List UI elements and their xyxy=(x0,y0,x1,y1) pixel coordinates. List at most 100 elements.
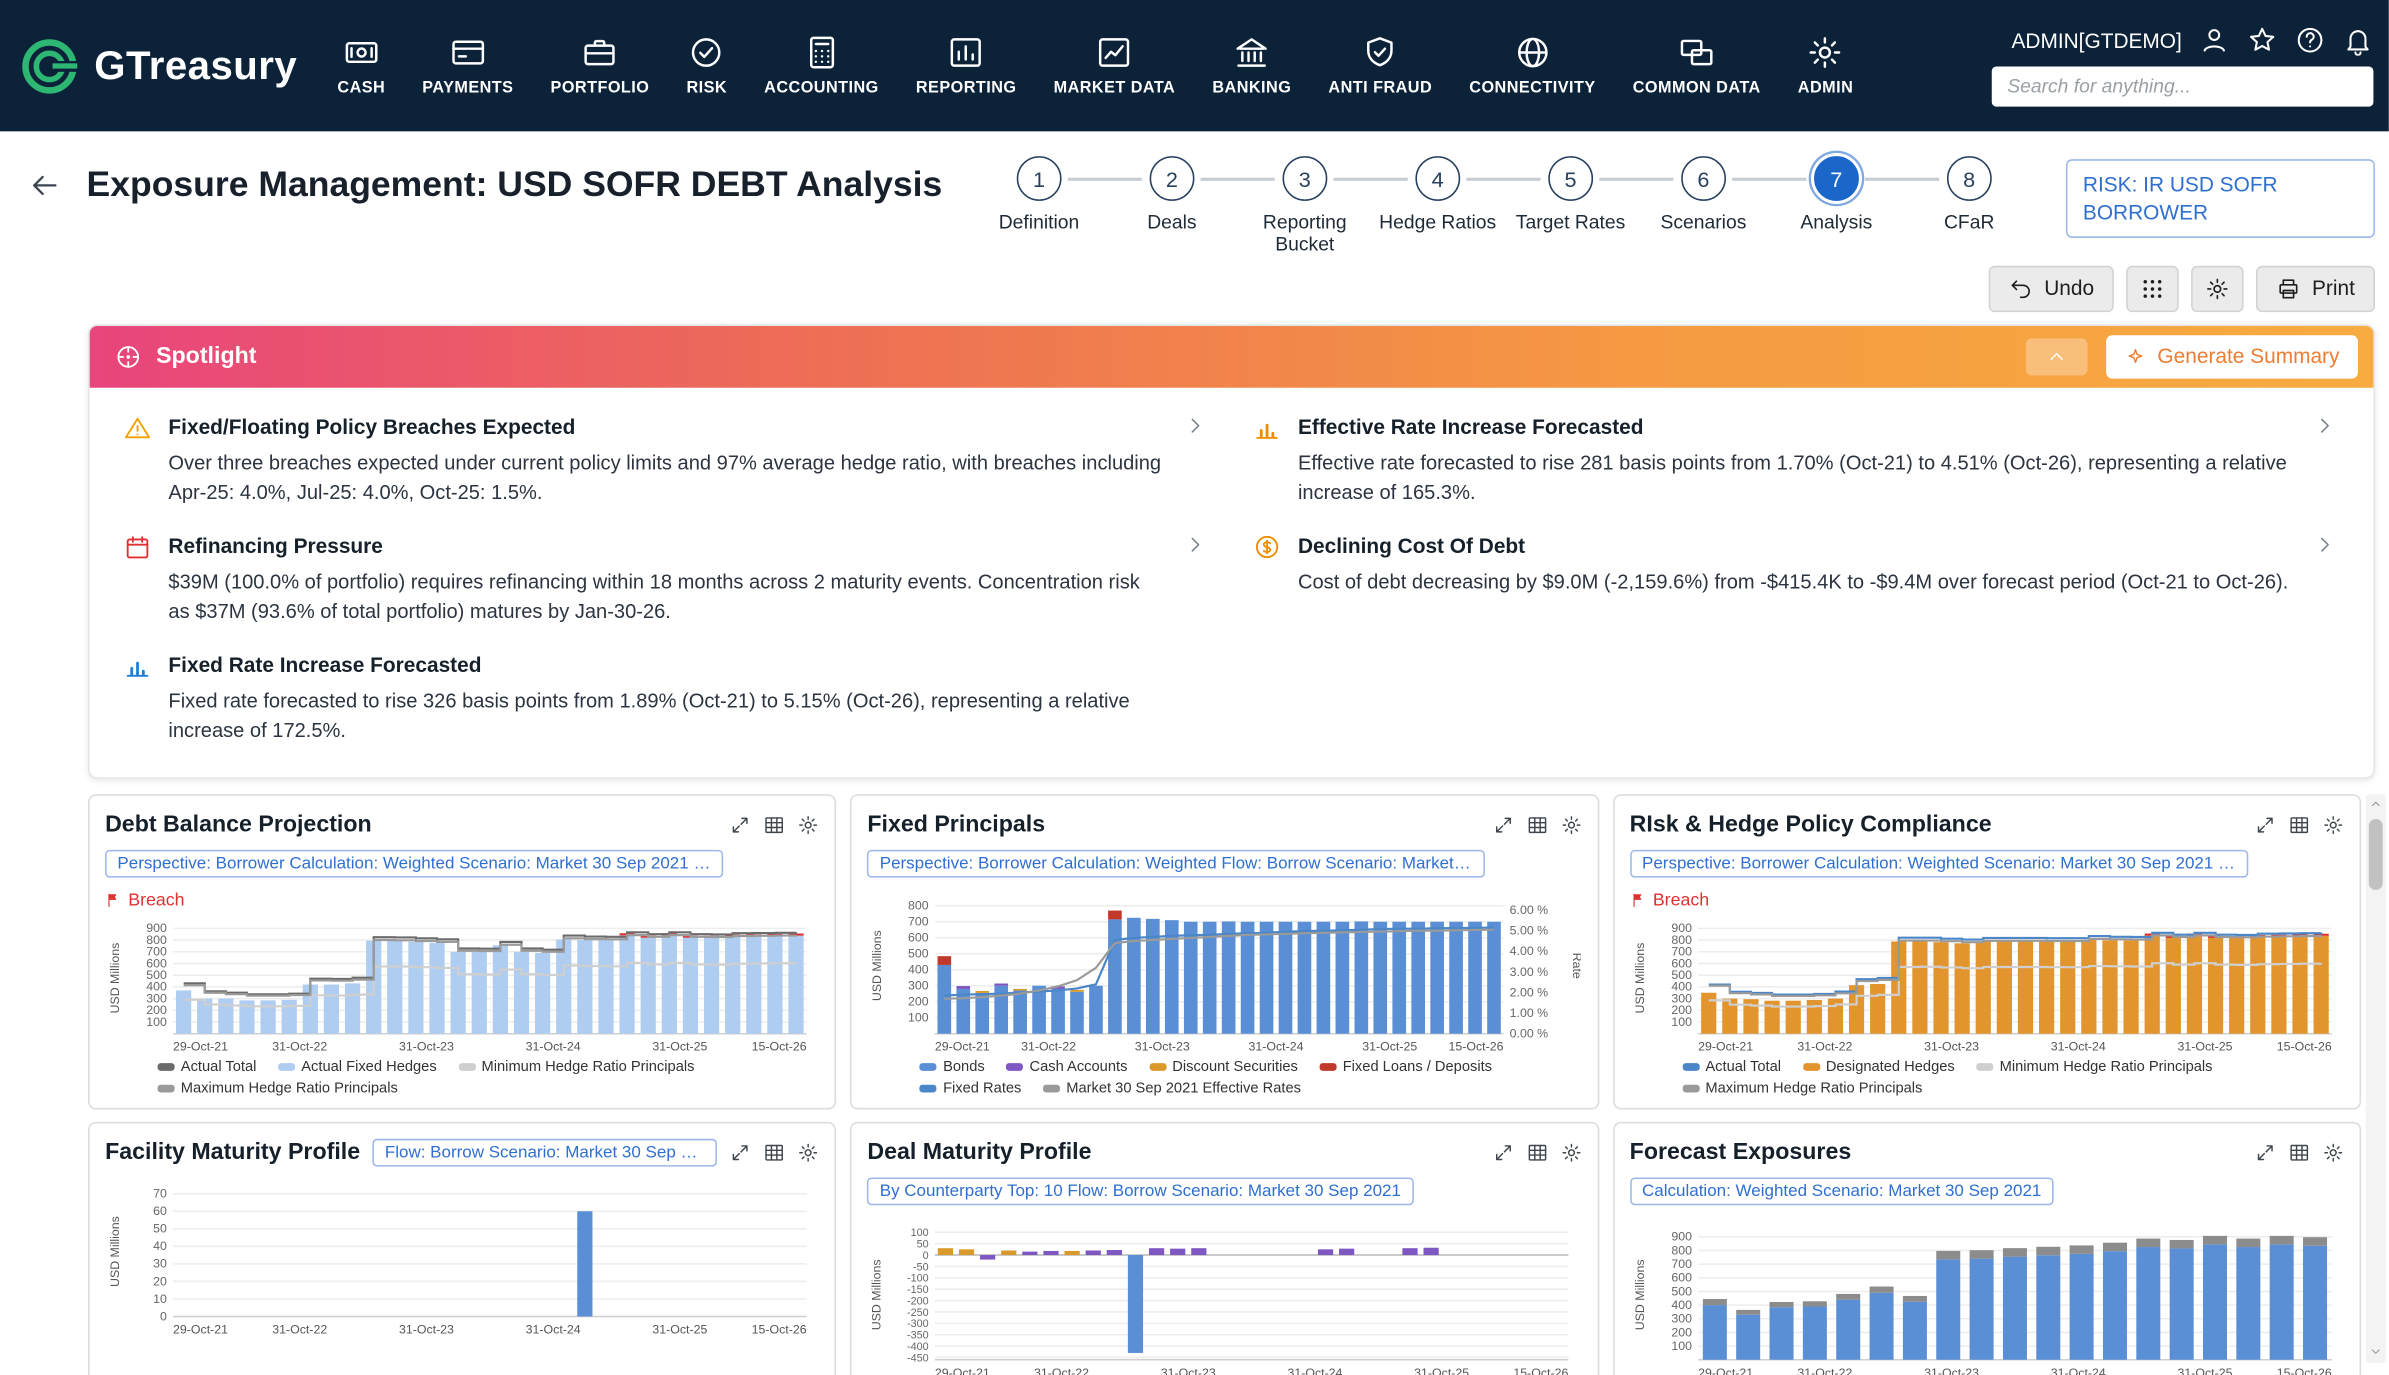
step-deals[interactable]: 2Deals xyxy=(1121,156,1223,234)
nav-item-portfolio[interactable]: PORTFOLIO xyxy=(532,34,668,97)
step-number[interactable]: 6 xyxy=(1681,156,1726,201)
step-cfar[interactable]: 8CFaR xyxy=(1918,156,2020,234)
flag-icon xyxy=(105,892,122,909)
step-number[interactable]: 3 xyxy=(1282,156,1327,201)
chart-context-chip[interactable]: By Counterparty Top: 10 Flow: Borrow Sce… xyxy=(867,1177,1413,1205)
legend-item: Bonds xyxy=(920,1059,985,1078)
global-search-input[interactable] xyxy=(1992,66,2374,106)
gear-icon[interactable] xyxy=(2322,1142,2344,1164)
table-icon[interactable] xyxy=(2288,1142,2310,1164)
nav-item-connectivity[interactable]: CONNECTIVITY xyxy=(1451,34,1614,97)
chart-context-chip[interactable]: Calculation: Weighted Scenario: Market 3… xyxy=(1630,1177,2054,1205)
vertical-scrollbar[interactable] xyxy=(2366,794,2386,1363)
chevron-right-icon[interactable] xyxy=(2313,533,2336,556)
expand-icon[interactable] xyxy=(1492,1142,1514,1164)
svg-text:-50: -50 xyxy=(914,1261,930,1273)
chart-context-chip[interactable]: Perspective: Borrower Calculation: Weigh… xyxy=(105,849,723,877)
step-reporting-bucket[interactable]: 3Reporting Bucket xyxy=(1254,156,1356,256)
chevron-right-icon[interactable] xyxy=(1184,414,1207,437)
insight-declining-cost-of-debt[interactable]: Declining Cost Of DebtCost of debt decre… xyxy=(1253,534,2339,627)
step-number[interactable]: 4 xyxy=(1415,156,1460,201)
user-icon[interactable] xyxy=(2199,25,2230,56)
help-icon[interactable] xyxy=(2295,25,2326,56)
table-icon[interactable] xyxy=(2288,814,2310,836)
svg-text:-450: -450 xyxy=(908,1352,930,1364)
table-icon[interactable] xyxy=(764,814,786,836)
insight-refinancing-pressure[interactable]: Refinancing Pressure$39M (100.0% of port… xyxy=(124,534,1210,627)
step-number[interactable]: 2 xyxy=(1149,156,1194,201)
svg-text:100: 100 xyxy=(1671,1339,1692,1353)
svg-text:31-Oct-23: 31-Oct-23 xyxy=(399,1039,454,1053)
undo-button[interactable]: Undo xyxy=(1989,265,2115,311)
generate-summary-button[interactable]: Generate Summary xyxy=(2106,335,2358,378)
chevron-right-icon[interactable] xyxy=(2313,414,2336,437)
nav-item-label: BANKING xyxy=(1212,79,1291,98)
nav-item-risk[interactable]: RISK xyxy=(668,34,746,97)
notifications-bell-icon[interactable] xyxy=(2343,25,2374,56)
nav-item-admin[interactable]: ADMIN xyxy=(1779,34,1872,97)
gear-icon[interactable] xyxy=(798,1142,820,1164)
layout-grid-button[interactable] xyxy=(2127,265,2180,311)
back-arrow-icon[interactable] xyxy=(28,168,62,202)
gear-icon[interactable] xyxy=(798,814,820,836)
table-icon[interactable] xyxy=(764,1142,786,1164)
insight-body: Effective rate forecasted to rise 281 ba… xyxy=(1298,448,2295,508)
step-number[interactable]: 8 xyxy=(1947,156,1992,201)
brand-logo[interactable]: GTreasury xyxy=(19,35,298,97)
gear-icon[interactable] xyxy=(2322,814,2344,836)
nav-item-cash[interactable]: CASH xyxy=(319,34,404,97)
gear-icon[interactable] xyxy=(1560,1142,1582,1164)
svg-text:31-Oct-24: 31-Oct-24 xyxy=(526,1039,581,1053)
step-scenarios[interactable]: 6Scenarios xyxy=(1652,156,1754,234)
svg-text:Rate: Rate xyxy=(1571,952,1582,978)
svg-text:15-Oct-26: 15-Oct-26 xyxy=(2276,1365,2331,1375)
chart-debt-balance-projection: 100200300400500600700800900USD Millions2… xyxy=(105,914,819,1054)
expand-icon[interactable] xyxy=(2254,814,2276,836)
nav-item-reporting[interactable]: REPORTING xyxy=(897,34,1035,97)
svg-text:31-Oct-25: 31-Oct-25 xyxy=(652,1322,707,1336)
chart-context-chip[interactable]: Perspective: Borrower Calculation: Weigh… xyxy=(1630,849,2248,877)
chart-context-chip[interactable]: Perspective: Borrower Calculation: Weigh… xyxy=(867,849,1485,877)
scroll-down-icon[interactable] xyxy=(2366,1341,2386,1363)
breach-label: Breach xyxy=(1653,891,1709,910)
panel-risk-hedge-policy-compliance: RIsk & Hedge Policy CompliancePerspectiv… xyxy=(1613,794,2361,1109)
settings-button[interactable] xyxy=(2191,265,2244,311)
gear-icon[interactable] xyxy=(1560,814,1582,836)
scrollbar-thumb[interactable] xyxy=(2369,819,2383,890)
nav-item-banking[interactable]: BANKING xyxy=(1194,34,1310,97)
insight-effective-rate-increase-forecasted[interactable]: Effective Rate Increase ForecastedEffect… xyxy=(1253,415,2339,508)
insight-fixed-floating-policy-breaches-expected[interactable]: Fixed/Floating Policy Breaches ExpectedO… xyxy=(124,415,1210,508)
step-analysis[interactable]: 7Analysis xyxy=(1785,156,1887,234)
nav-item-market-data[interactable]: MARKET DATA xyxy=(1035,34,1194,97)
step-target-rates[interactable]: 5Target Rates xyxy=(1520,156,1622,234)
print-button[interactable]: Print xyxy=(2256,265,2375,311)
chevron-right-icon[interactable] xyxy=(1184,533,1207,556)
expand-icon[interactable] xyxy=(730,814,752,836)
step-number[interactable]: 1 xyxy=(1017,156,1062,201)
expand-icon[interactable] xyxy=(1492,814,1514,836)
step-hedge-ratios[interactable]: 4Hedge Ratios xyxy=(1387,156,1489,234)
nav-item-common-data[interactable]: COMMON DATA xyxy=(1614,34,1779,97)
nav-item-payments[interactable]: PAYMENTS xyxy=(404,34,532,97)
insight-body: $39M (100.0% of portfolio) requires refi… xyxy=(168,567,1165,627)
flag-icon xyxy=(1630,892,1647,909)
table-icon[interactable] xyxy=(1526,1142,1548,1164)
svg-text:31-Oct-24: 31-Oct-24 xyxy=(526,1322,581,1336)
svg-text:29-Oct-21: 29-Oct-21 xyxy=(935,1039,990,1053)
step-number[interactable]: 7 xyxy=(1814,156,1859,201)
table-icon[interactable] xyxy=(1526,814,1548,836)
chart-context-chip[interactable]: Flow: Borrow Scenario: Market 30 Sep 202… xyxy=(372,1138,717,1166)
step-definition[interactable]: 1Definition xyxy=(988,156,1090,234)
spotlight-collapse-button[interactable] xyxy=(2026,338,2088,375)
panel-actions xyxy=(1492,814,1582,836)
nav-item-anti-fraud[interactable]: ANTI FRAUD xyxy=(1310,34,1451,97)
insight-fixed-rate-increase-forecasted[interactable]: Fixed Rate Increase ForecastedFixed rate… xyxy=(124,653,1210,746)
favorites-star-icon[interactable] xyxy=(2247,25,2278,56)
gear-icon xyxy=(2205,276,2230,301)
nav-item-accounting[interactable]: ACCOUNTING xyxy=(746,34,898,97)
expand-icon[interactable] xyxy=(730,1142,752,1164)
svg-text:USD Millions: USD Millions xyxy=(870,1259,884,1330)
scroll-up-icon[interactable] xyxy=(2366,794,2386,816)
step-number[interactable]: 5 xyxy=(1548,156,1593,201)
expand-icon[interactable] xyxy=(2254,1142,2276,1164)
